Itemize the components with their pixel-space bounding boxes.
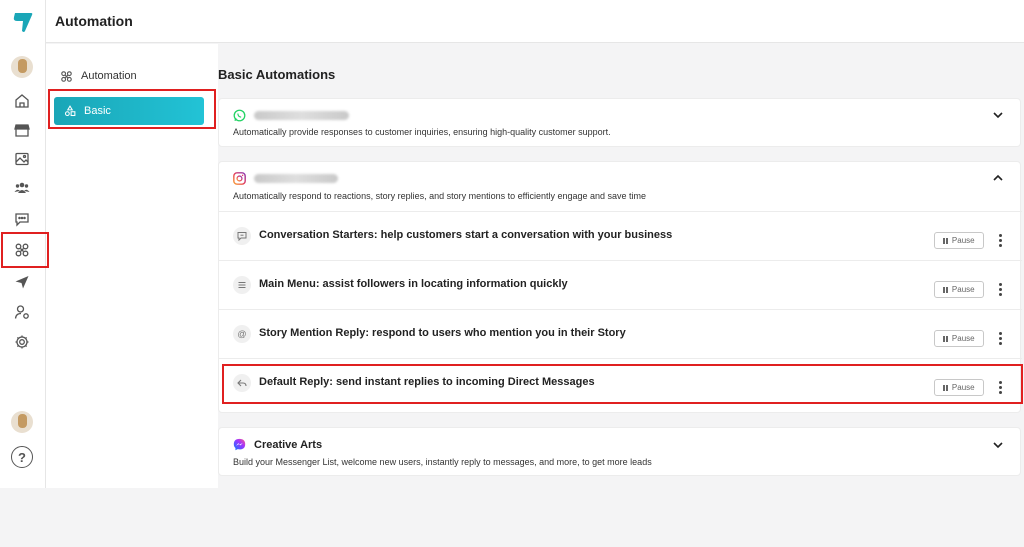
- whatsapp-icon: [233, 109, 246, 122]
- pause-icon: [943, 286, 948, 293]
- chevron-down-icon[interactable]: [992, 439, 1004, 451]
- store-icon[interactable]: [11, 119, 33, 141]
- image-icon[interactable]: [11, 148, 33, 170]
- card-description: Automatically provide responses to custo…: [233, 127, 611, 137]
- instagram-card: Automatically respond to reactions, stor…: [218, 161, 1022, 413]
- user-settings-icon[interactable]: [11, 301, 33, 323]
- chat-icon[interactable]: [11, 208, 33, 230]
- shapes-icon: [64, 105, 76, 117]
- row-label: Conversation Starters: help customers st…: [259, 229, 673, 241]
- subnav-item-label: Basic: [84, 105, 111, 117]
- messenger-icon: [233, 438, 246, 451]
- reply-icon: [233, 374, 251, 392]
- top-bar: Automation: [46, 0, 1024, 43]
- automation-row-story-mention[interactable]: @ Story Mention Reply: respond to users …: [219, 309, 1022, 358]
- more-options-icon[interactable]: [995, 281, 1005, 297]
- card-description: Build your Messenger List, welcome new u…: [233, 457, 652, 467]
- at-icon: @: [233, 325, 251, 343]
- pause-icon: [943, 384, 948, 391]
- instagram-icon: [233, 172, 246, 185]
- more-options-icon[interactable]: [995, 330, 1005, 346]
- app-logo-icon[interactable]: [11, 9, 35, 35]
- card-title: Creative Arts: [254, 438, 323, 451]
- subnav-item-label: Automation: [81, 70, 137, 82]
- subnav-item-basic[interactable]: Basic: [54, 97, 204, 125]
- card-header: Creative Arts: [233, 438, 322, 451]
- card-description: Automatically respond to reactions, stor…: [233, 191, 647, 201]
- redacted-account-name: [254, 111, 349, 120]
- users-icon[interactable]: [11, 177, 33, 199]
- chevron-down-icon[interactable]: [992, 109, 1004, 121]
- automation-row-main-menu[interactable]: Main Menu: assist followers in locating …: [219, 260, 1022, 309]
- pause-button[interactable]: Pause: [934, 232, 984, 249]
- pause-button[interactable]: Pause: [934, 281, 984, 298]
- redacted-account-name: [254, 174, 338, 183]
- send-icon[interactable]: [11, 271, 33, 293]
- pause-icon: [943, 335, 948, 342]
- row-label: Default Reply: send instant replies to i…: [259, 376, 595, 388]
- chevron-up-icon[interactable]: [992, 172, 1004, 184]
- message-icon: [233, 227, 251, 245]
- pause-button[interactable]: Pause: [934, 330, 984, 347]
- automation-icon: [61, 70, 72, 82]
- menu-icon: [233, 276, 251, 294]
- help-icon[interactable]: ?: [11, 446, 33, 468]
- row-label: Main Menu: assist followers in locating …: [259, 278, 568, 290]
- messenger-card[interactable]: Creative Arts Build your Messenger List,…: [218, 427, 1021, 476]
- profile-avatar[interactable]: [11, 411, 33, 433]
- page-title: Automation: [55, 13, 133, 29]
- subnav-item-automation[interactable]: Automation: [60, 66, 137, 86]
- icon-rail: ?: [0, 0, 46, 488]
- automation-icon[interactable]: [11, 239, 33, 261]
- more-options-icon[interactable]: [995, 232, 1005, 248]
- pause-button[interactable]: Pause: [934, 379, 984, 396]
- pause-icon: [943, 237, 948, 244]
- home-icon[interactable]: [11, 90, 33, 112]
- avatar[interactable]: [11, 56, 33, 78]
- card-header: [233, 172, 338, 185]
- automation-row-conversation-starters[interactable]: Conversation Starters: help customers st…: [219, 211, 1022, 260]
- section-title: Basic Automations: [218, 67, 336, 82]
- secondary-sidebar: Automation Basic: [46, 44, 218, 488]
- row-label: Story Mention Reply: respond to users wh…: [259, 327, 626, 339]
- gear-icon[interactable]: [11, 331, 33, 353]
- automation-row-default-reply[interactable]: Default Reply: send instant replies to i…: [219, 358, 1022, 407]
- whatsapp-card[interactable]: Automatically provide responses to custo…: [218, 98, 1021, 147]
- card-header: [233, 109, 349, 122]
- more-options-icon[interactable]: [995, 379, 1005, 395]
